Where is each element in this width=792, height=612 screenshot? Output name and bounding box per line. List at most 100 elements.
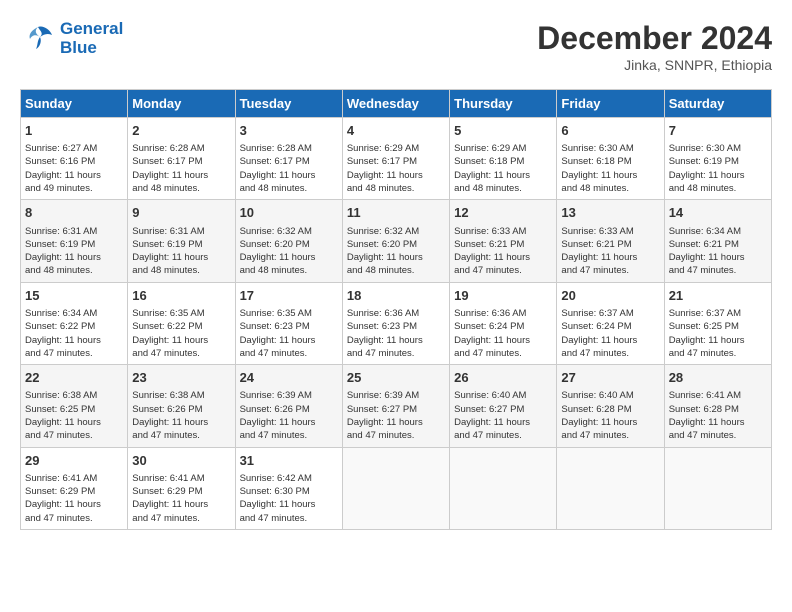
calendar-cell: 20Sunrise: 6:37 AM Sunset: 6:24 PM Dayli… bbox=[557, 282, 664, 364]
calendar-cell: 24Sunrise: 6:39 AM Sunset: 6:26 PM Dayli… bbox=[235, 365, 342, 447]
day-info: Sunrise: 6:37 AM Sunset: 6:24 PM Dayligh… bbox=[561, 307, 659, 360]
calendar-cell: 7Sunrise: 6:30 AM Sunset: 6:19 PM Daylig… bbox=[664, 118, 771, 200]
day-info: Sunrise: 6:34 AM Sunset: 6:21 PM Dayligh… bbox=[669, 225, 767, 278]
calendar-cell: 13 Sunrise: 6:33 AM Sunset: 6:21 PM Dayli… bbox=[557, 200, 664, 282]
day-number: 7 bbox=[669, 122, 767, 140]
calendar-week-2: 8 Sunrise: 6:31 AM Sunset: 6:19 PM Daylig… bbox=[21, 200, 772, 282]
day-info: Sunrise: 6:31 AM Sunset: 6:19 PM Dayligh… bbox=[25, 225, 123, 278]
day-info: Sunrise: 6:39 AM Sunset: 6:26 PM Dayligh… bbox=[240, 389, 338, 442]
day-info: Sunrise: 6:35 AM Sunset: 6:23 PM Dayligh… bbox=[240, 307, 338, 360]
day-info: Sunrise: 6:29 AM Sunset: 6:18 PM Dayligh… bbox=[454, 142, 552, 195]
calendar-week-5: 29 Sunrise: 6:41 AM Sunset: 6:29 PM Dayli… bbox=[21, 447, 772, 529]
day-number: 23 bbox=[132, 369, 230, 387]
day-number: 3 bbox=[240, 122, 338, 140]
day-number: 22 bbox=[25, 369, 123, 387]
weekday-header-monday: Monday bbox=[128, 90, 235, 118]
day-info: Sunrise: 6:40 AM Sunset: 6:27 PM Dayligh… bbox=[454, 389, 552, 442]
day-info: Sunrise: 6:38 AM Sunset: 6:25 PM Dayligh… bbox=[25, 389, 123, 442]
weekday-header-saturday: Saturday bbox=[664, 90, 771, 118]
weekday-header-tuesday: Tuesday bbox=[235, 90, 342, 118]
day-info: Sunrise: 6:40 AM Sunset: 6:28 PM Dayligh… bbox=[561, 389, 659, 442]
day-info: Sunrise: 6:34 AM Sunset: 6:22 PM Dayligh… bbox=[25, 307, 123, 360]
day-info: Sunrise: 6:33 AM Sunset: 6:21 PM Dayligh… bbox=[454, 225, 552, 278]
day-info: Sunrise: 6:35 AM Sunset: 6:22 PM Dayligh… bbox=[132, 307, 230, 360]
day-info: Sunrise: 6:27 AM Sunset: 6:16 PM Dayligh… bbox=[25, 142, 123, 195]
calendar-table: SundayMondayTuesdayWednesdayThursdayFrid… bbox=[20, 89, 772, 530]
page-header: General Blue December 2024 Jinka, SNNPR,… bbox=[20, 20, 772, 73]
day-number: 25 bbox=[347, 369, 445, 387]
calendar-body: 1 Sunrise: 6:27 AM Sunset: 6:16 PM Daylig… bbox=[21, 118, 772, 530]
calendar-cell: 9Sunrise: 6:31 AM Sunset: 6:19 PM Daylig… bbox=[128, 200, 235, 282]
day-number: 18 bbox=[347, 287, 445, 305]
calendar-week-3: 15 Sunrise: 6:34 AM Sunset: 6:22 PM Dayli… bbox=[21, 282, 772, 364]
day-number: 28 bbox=[669, 369, 767, 387]
day-info: Sunrise: 6:41 AM Sunset: 6:28 PM Dayligh… bbox=[669, 389, 767, 442]
calendar-cell: 22 Sunrise: 6:38 AM Sunset: 6:25 PM Dayli… bbox=[21, 365, 128, 447]
day-info: Sunrise: 6:39 AM Sunset: 6:27 PM Dayligh… bbox=[347, 389, 445, 442]
logo: General Blue bbox=[20, 20, 123, 57]
calendar-cell: 8 Sunrise: 6:31 AM Sunset: 6:19 PM Daylig… bbox=[21, 200, 128, 282]
calendar-cell: 28 Sunrise: 6:41 AM Sunset: 6:28 PM Dayli… bbox=[664, 365, 771, 447]
logo-icon bbox=[20, 23, 56, 55]
day-number: 6 bbox=[561, 122, 659, 140]
day-info: Sunrise: 6:42 AM Sunset: 6:30 PM Dayligh… bbox=[240, 472, 338, 525]
calendar-cell: 5 Sunrise: 6:29 AM Sunset: 6:18 PM Daylig… bbox=[450, 118, 557, 200]
day-info: Sunrise: 6:36 AM Sunset: 6:24 PM Dayligh… bbox=[454, 307, 552, 360]
day-number: 13 bbox=[561, 204, 659, 222]
day-info: Sunrise: 6:28 AM Sunset: 6:17 PM Dayligh… bbox=[240, 142, 338, 195]
calendar-week-1: 1 Sunrise: 6:27 AM Sunset: 6:16 PM Daylig… bbox=[21, 118, 772, 200]
day-number: 21 bbox=[669, 287, 767, 305]
day-number: 4 bbox=[347, 122, 445, 140]
day-info: Sunrise: 6:41 AM Sunset: 6:29 PM Dayligh… bbox=[132, 472, 230, 525]
calendar-cell: 3 Sunrise: 6:28 AM Sunset: 6:17 PM Daylig… bbox=[235, 118, 342, 200]
day-number: 11 bbox=[347, 204, 445, 222]
calendar-cell bbox=[450, 447, 557, 529]
calendar-cell: 14 Sunrise: 6:34 AM Sunset: 6:21 PM Dayli… bbox=[664, 200, 771, 282]
location: Jinka, SNNPR, Ethiopia bbox=[537, 57, 772, 73]
calendar-cell: 31 Sunrise: 6:42 AM Sunset: 6:30 PM Dayli… bbox=[235, 447, 342, 529]
day-info: Sunrise: 6:28 AM Sunset: 6:17 PM Dayligh… bbox=[132, 142, 230, 195]
calendar-cell: 4 Sunrise: 6:29 AM Sunset: 6:17 PM Daylig… bbox=[342, 118, 449, 200]
day-number: 8 bbox=[25, 204, 123, 222]
day-number: 12 bbox=[454, 204, 552, 222]
day-info: Sunrise: 6:32 AM Sunset: 6:20 PM Dayligh… bbox=[347, 225, 445, 278]
day-number: 30 bbox=[132, 452, 230, 470]
day-info: Sunrise: 6:38 AM Sunset: 6:26 PM Dayligh… bbox=[132, 389, 230, 442]
calendar-cell: 11 Sunrise: 6:32 AM Sunset: 6:20 PM Dayli… bbox=[342, 200, 449, 282]
day-info: Sunrise: 6:31 AM Sunset: 6:19 PM Dayligh… bbox=[132, 225, 230, 278]
calendar-cell: 18 Sunrise: 6:36 AM Sunset: 6:23 PM Dayli… bbox=[342, 282, 449, 364]
day-info: Sunrise: 6:30 AM Sunset: 6:18 PM Dayligh… bbox=[561, 142, 659, 195]
day-number: 31 bbox=[240, 452, 338, 470]
day-number: 1 bbox=[25, 122, 123, 140]
day-number: 5 bbox=[454, 122, 552, 140]
day-info: Sunrise: 6:41 AM Sunset: 6:29 PM Dayligh… bbox=[25, 472, 123, 525]
weekday-header-sunday: Sunday bbox=[21, 90, 128, 118]
calendar-cell: 27Sunrise: 6:40 AM Sunset: 6:28 PM Dayli… bbox=[557, 365, 664, 447]
day-info: Sunrise: 6:37 AM Sunset: 6:25 PM Dayligh… bbox=[669, 307, 767, 360]
calendar-cell: 10 Sunrise: 6:32 AM Sunset: 6:20 PM Dayli… bbox=[235, 200, 342, 282]
calendar-cell: 25 Sunrise: 6:39 AM Sunset: 6:27 PM Dayli… bbox=[342, 365, 449, 447]
day-number: 16 bbox=[132, 287, 230, 305]
calendar-cell: 29 Sunrise: 6:41 AM Sunset: 6:29 PM Dayli… bbox=[21, 447, 128, 529]
day-number: 26 bbox=[454, 369, 552, 387]
calendar-cell: 23 Sunrise: 6:38 AM Sunset: 6:26 PM Dayli… bbox=[128, 365, 235, 447]
weekday-header-wednesday: Wednesday bbox=[342, 90, 449, 118]
day-info: Sunrise: 6:32 AM Sunset: 6:20 PM Dayligh… bbox=[240, 225, 338, 278]
calendar-cell: 19Sunrise: 6:36 AM Sunset: 6:24 PM Dayli… bbox=[450, 282, 557, 364]
logo-text: General Blue bbox=[60, 20, 123, 57]
calendar-cell: 30 Sunrise: 6:41 AM Sunset: 6:29 PM Dayli… bbox=[128, 447, 235, 529]
day-number: 10 bbox=[240, 204, 338, 222]
calendar-cell: 26 Sunrise: 6:40 AM Sunset: 6:27 PM Dayli… bbox=[450, 365, 557, 447]
weekday-header-thursday: Thursday bbox=[450, 90, 557, 118]
month-title: December 2024 bbox=[537, 20, 772, 57]
day-info: Sunrise: 6:33 AM Sunset: 6:21 PM Dayligh… bbox=[561, 225, 659, 278]
calendar-cell: 1 Sunrise: 6:27 AM Sunset: 6:16 PM Daylig… bbox=[21, 118, 128, 200]
day-info: Sunrise: 6:36 AM Sunset: 6:23 PM Dayligh… bbox=[347, 307, 445, 360]
day-number: 15 bbox=[25, 287, 123, 305]
day-number: 29 bbox=[25, 452, 123, 470]
day-number: 14 bbox=[669, 204, 767, 222]
calendar-cell: 17Sunrise: 6:35 AM Sunset: 6:23 PM Dayli… bbox=[235, 282, 342, 364]
day-info: Sunrise: 6:29 AM Sunset: 6:17 PM Dayligh… bbox=[347, 142, 445, 195]
weekday-header-friday: Friday bbox=[557, 90, 664, 118]
calendar-cell: 12 Sunrise: 6:33 AM Sunset: 6:21 PM Dayli… bbox=[450, 200, 557, 282]
